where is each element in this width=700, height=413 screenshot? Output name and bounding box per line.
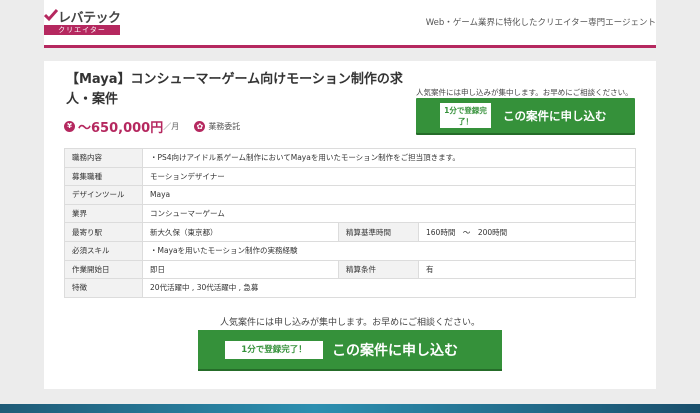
yen-icon: ¥ [64,121,75,132]
row-label: 募集職種 [64,166,143,187]
logo-subtext: クリエイター [44,25,120,35]
row-label-secondary: 精算基準時間 [338,222,419,242]
signup-badge-bottom: 1分で登録完了！ [225,341,323,359]
apply-button-top[interactable]: 1分で登録完了！ この案件に申し込む [416,98,635,133]
row-label: 職務内容 [64,148,143,168]
row-value: 20代活躍中 , 30代活躍中 , 急募 [142,278,636,298]
apply-button-top-label: この案件に申し込む [503,109,607,123]
employment-type: 業務委託 [208,122,241,131]
row-label: 業界 [64,203,143,224]
row-label: 特徴 [64,278,143,298]
row-label-secondary: 精算条件 [338,259,419,280]
table-row: 作業開始日 即日 精算条件 有 [64,259,636,280]
signup-badge-top: 1分で登録完了！ [440,103,491,128]
logo-text: レバテック [58,11,121,26]
job-title: 【Maya】コンシューマーゲーム向けモーション制作の求人・案件 [66,72,403,107]
table-row: デザインツール Maya [64,185,636,205]
apply-notice-top: 人気案件には申し込みが集中します。お早めにご相談ください。 [416,88,633,97]
table-row: 特徴 20代活躍中 , 30代活躍中 , 急募 [64,278,636,298]
row-value: ・PS4向けアイドル系ゲーム制作においてMayaを用いたモーション制作をご担当頂… [142,148,636,168]
row-value: モーションデザイナー [142,166,636,187]
table-row: 業界 コンシューマーゲーム [64,203,636,224]
job-detail-table: 職務内容 ・PS4向けアイドル系ゲーム制作においてMayaを用いたモーション制作… [64,148,636,298]
row-value: Maya [142,185,636,205]
table-row: 職務内容 ・PS4向けアイドル系ゲーム制作においてMayaを用いたモーション制作… [64,148,636,168]
header-tagline: Web・ゲーム業界に特化したクリエイター専門エージェント [425,18,656,28]
row-value-secondary: 160時間 ～ 200時間 [418,222,636,242]
row-label: デザインツール [64,185,143,205]
apply-notice-bottom: 人気案件には申し込みが集中します。お早めにご相談ください。 [220,318,480,328]
table-row: 募集職種 モーションデザイナー [64,166,636,187]
site-header: レバテック クリエイター Web・ゲーム業界に特化したクリエイター専門エージェン… [44,0,656,48]
salary-unit: ／月 [163,122,180,131]
apply-button-bottom-label: この案件に申し込む [332,343,458,359]
row-label: 必須スキル [64,240,143,261]
apply-button-bottom[interactable]: 1分で登録完了！ この案件に申し込む [198,330,502,369]
table-row: 最寄り駅 新大久保（東京都） 精算基準時間 160時間 ～ 200時間 [64,222,636,242]
gear-icon: ✿ [194,121,206,132]
row-value: ・Mayaを用いたモーション制作の実務経験 [142,240,636,261]
job-card: 【Maya】コンシューマーゲーム向けモーション制作の求人・案件 ¥ ～650,00… [44,61,656,389]
row-value-secondary: 有 [418,259,636,280]
row-label: 最寄り駅 [64,222,143,242]
row-value: 新大久保（東京都） [142,222,339,242]
site-logo[interactable]: レバテック クリエイター [44,8,124,36]
footer-strip [0,404,700,413]
row-value: 即日 [142,259,339,280]
row-label: 作業開始日 [64,259,143,280]
row-value: コンシューマーゲーム [142,203,636,224]
salary-amount: ～650,000円 [78,121,164,136]
table-row: 必須スキル ・Mayaを用いたモーション制作の実務経験 [64,240,636,261]
logo-check-icon [44,9,58,22]
salary-row: ¥ ～650,000円／月 ✿ 業務委託 [64,116,241,136]
